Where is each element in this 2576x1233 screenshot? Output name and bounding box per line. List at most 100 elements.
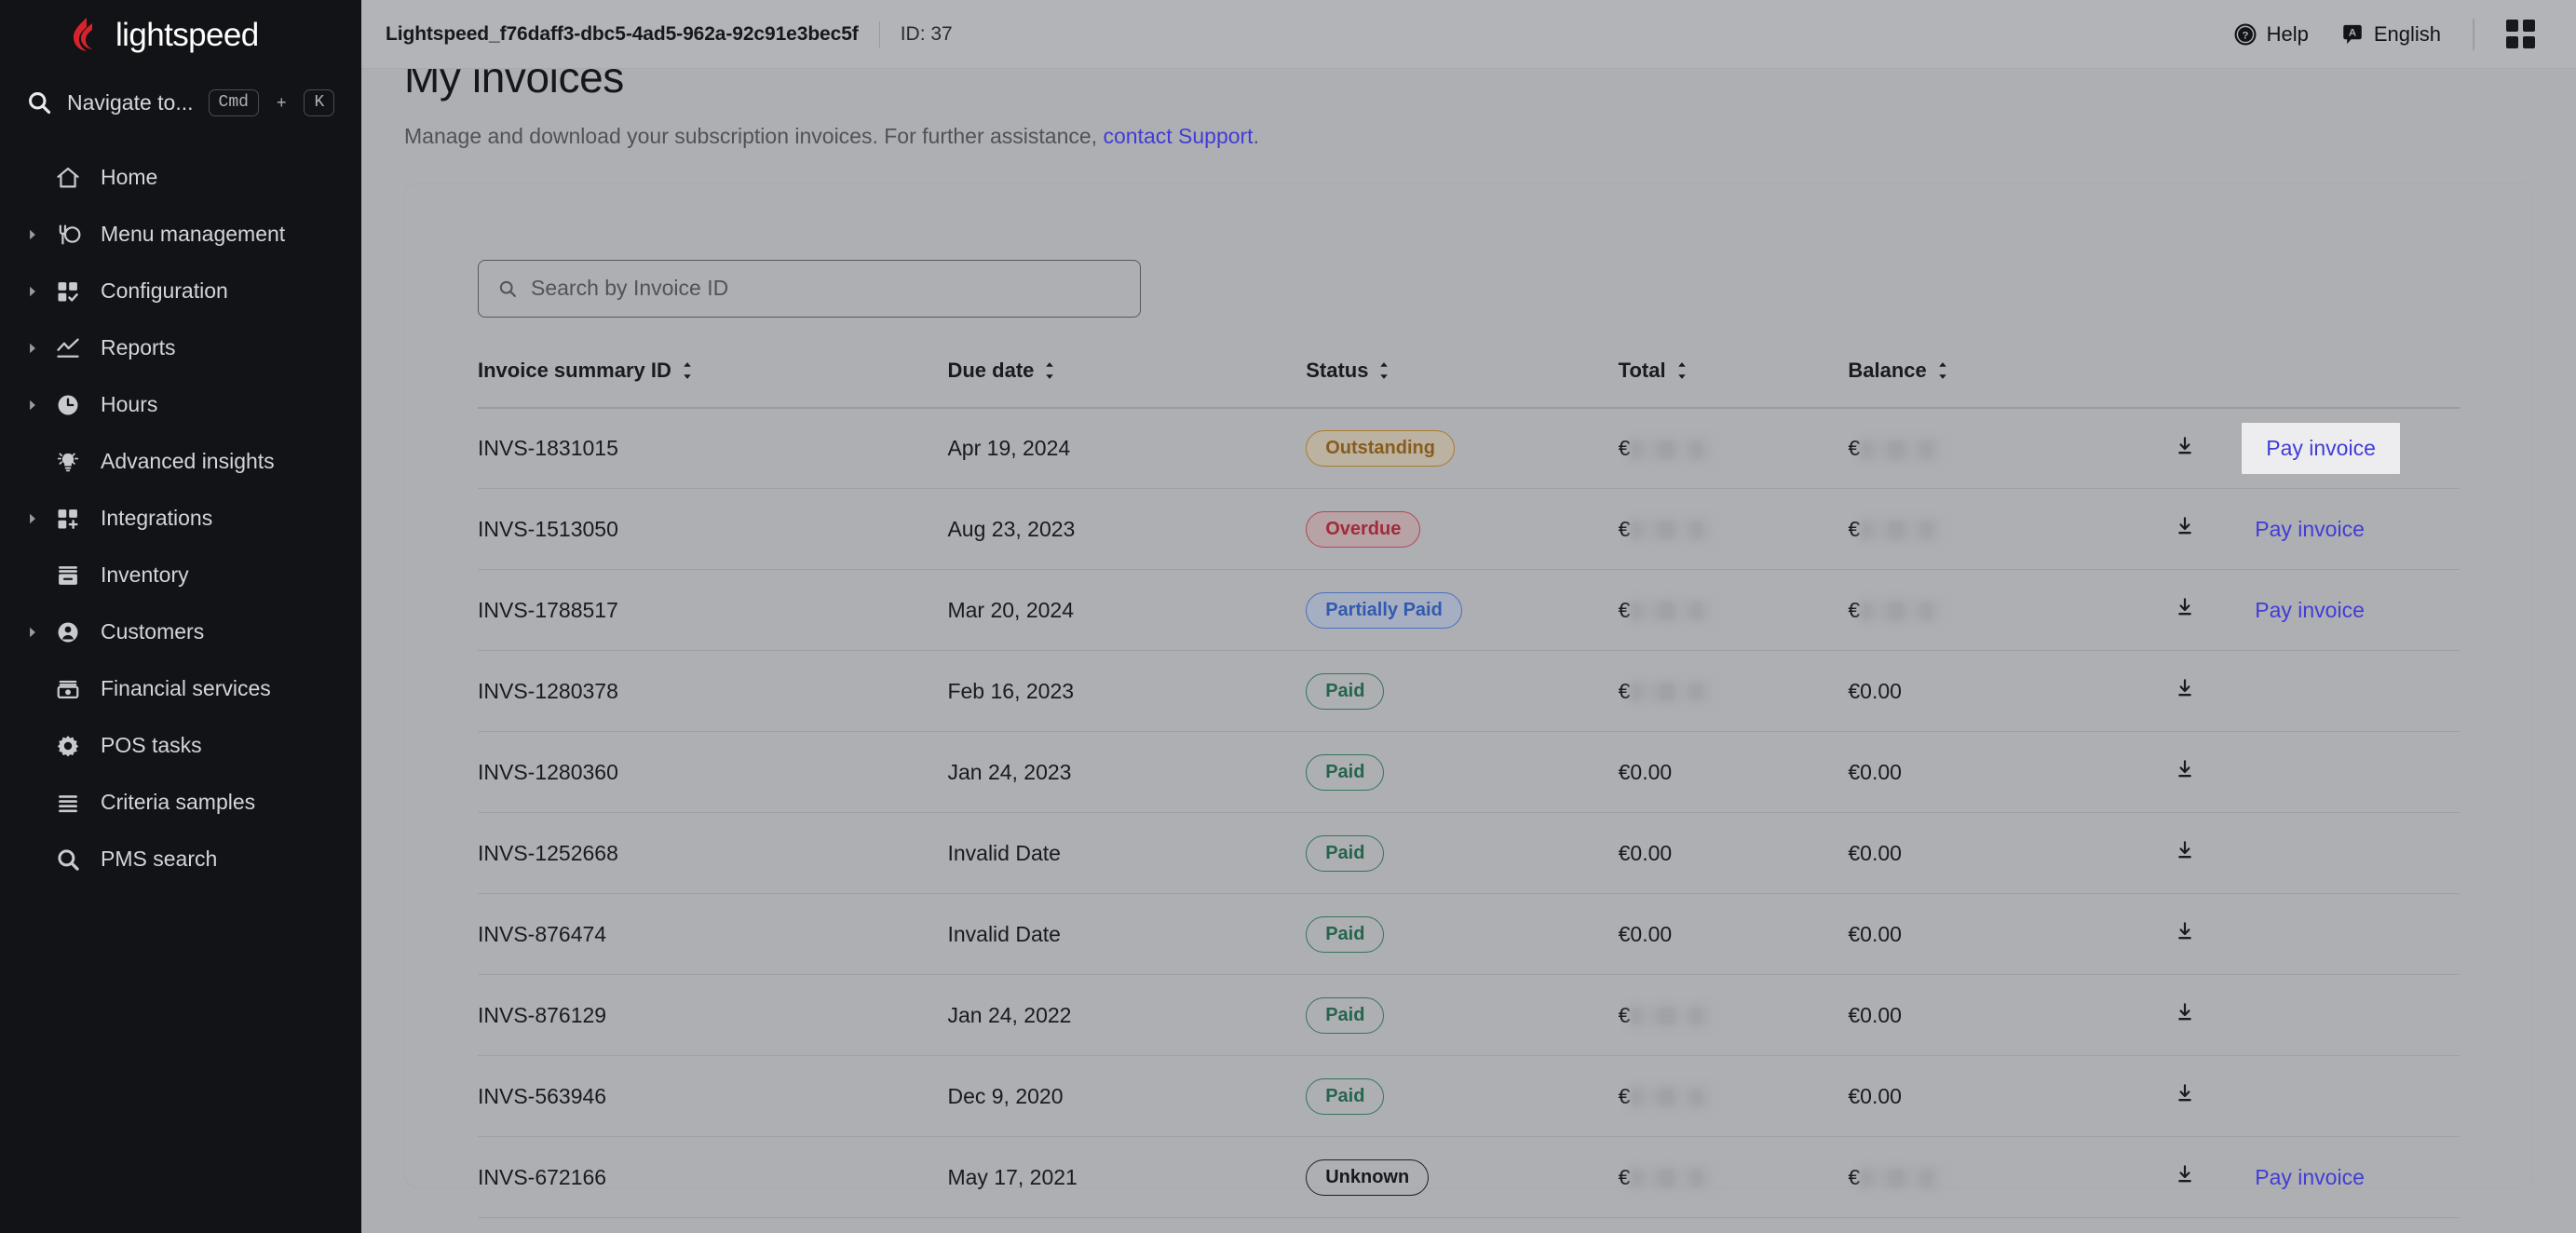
pay-invoice-button[interactable]: Pay invoice — [2251, 596, 2368, 625]
sidebar-item-financial-services[interactable]: Financial services — [0, 660, 361, 717]
table-row: INVS-672166 May 17, 2021 Unknown € € Pay invo… — [478, 1136, 2460, 1219]
status-badge: Paid — [1306, 915, 1385, 953]
cell-invoice-id: INVS-672166 — [478, 1136, 948, 1219]
sidebar-item-pos-tasks[interactable]: POS tasks — [0, 717, 361, 774]
download-invoice-button[interactable] — [2174, 515, 2196, 537]
sidebar-item-customers[interactable]: Customers — [0, 603, 361, 660]
invoices-table: Invoice summary ID Due date Status Total… — [478, 344, 2460, 1219]
sidebar-item-inventory[interactable]: Inventory — [0, 547, 361, 603]
download-invoice-button[interactable] — [2174, 839, 2196, 861]
cell-download — [2118, 974, 2252, 1057]
contact-support-link[interactable]: contact Support — [1103, 124, 1253, 148]
column-header-balance[interactable]: Balance — [1848, 344, 2118, 408]
column-label: Status — [1306, 358, 1369, 382]
cell-due-date: Mar 20, 2024 — [947, 569, 1307, 652]
currency-symbol: € — [1618, 516, 1631, 541]
amount-value: €0.00 — [1848, 921, 1902, 946]
cell-invoice-id: INVS-1788517 — [478, 569, 948, 652]
page-subtitle-period: . — [1253, 124, 1259, 148]
sidebar-nav: Home Menu management Configuration Repor… — [0, 149, 361, 887]
download-invoice-button[interactable] — [2174, 1082, 2196, 1104]
column-header-status[interactable]: Status — [1306, 344, 1618, 408]
search-input[interactable]: Search by Invoice ID — [478, 259, 1141, 318]
cell-total: € — [1618, 569, 1849, 652]
cell-total: € — [1618, 488, 1849, 571]
cell-pay: Pay invoice — [2251, 1136, 2460, 1219]
column-header-total[interactable]: Total — [1619, 344, 1849, 408]
amount-value: €0.00 — [1618, 921, 1673, 946]
download-invoice-button[interactable] — [2174, 435, 2196, 457]
chevron-right-icon[interactable] — [26, 285, 47, 298]
cell-balance: € — [1848, 1136, 2119, 1219]
language-icon: A — [2343, 24, 2362, 44]
sidebar-item-criteria-samples[interactable]: Criteria samples — [0, 774, 361, 831]
download-invoice-button[interactable] — [2174, 920, 2196, 942]
sidebar-item-menu-management[interactable]: Menu management — [0, 206, 361, 263]
sidebar-item-configuration[interactable]: Configuration — [0, 263, 361, 319]
status-badge: Outstanding — [1306, 430, 1455, 467]
grid-apps-icon[interactable] — [2506, 20, 2535, 48]
language-selector[interactable]: A English — [2340, 22, 2441, 47]
table-row: INVS-876474 Invalid Date Paid €0.00 €0.00 — [478, 893, 2460, 976]
chevron-right-icon[interactable] — [26, 342, 47, 355]
cell-pay: Pay invoice — [2251, 569, 2460, 652]
amount-value: € — [1619, 1084, 1714, 1109]
cell-status: Paid — [1306, 1055, 1619, 1138]
sidebar-item-pms-search[interactable]: PMS search — [0, 831, 361, 887]
status-badge: Paid — [1306, 753, 1385, 791]
chevron-right-icon[interactable] — [26, 399, 47, 412]
cell-pay — [2251, 974, 2460, 1057]
column-header-invoice-id[interactable]: Invoice summary ID — [478, 344, 947, 408]
sort-icon — [1677, 362, 1686, 379]
search-row: Search by Invoice ID — [478, 224, 2460, 318]
table-row: INVS-1280378 Feb 16, 2023 Paid € €0.00 — [478, 650, 2460, 733]
invoices-card: Search by Invoice ID Invoice summary ID — [404, 182, 2533, 1219]
tenant-name: Lightspeed_f76daff3-dbc5-4ad5-962a-92c91… — [386, 22, 859, 45]
redacted-amount — [1861, 439, 1944, 460]
column-header-download — [2118, 344, 2251, 408]
lightbulb-icon — [52, 448, 84, 476]
chevron-right-icon[interactable] — [26, 512, 47, 525]
download-invoice-button[interactable] — [2174, 1163, 2196, 1186]
download-invoice-button[interactable] — [2174, 677, 2196, 699]
cell-invoice-id: INVS-876474 — [478, 893, 948, 976]
cell-pay — [2251, 812, 2460, 895]
amount-value: € — [1619, 679, 1714, 704]
cell-download — [2118, 893, 2252, 976]
pay-invoice-button[interactable]: Pay invoice — [2251, 515, 2368, 544]
cell-pay — [2251, 650, 2460, 733]
sidebar-item-integrations[interactable]: Integrations — [0, 490, 361, 547]
reports-icon — [52, 334, 84, 362]
column-header-due-date[interactable]: Due date — [947, 344, 1306, 408]
sidebar-item-label: Financial services — [101, 676, 271, 700]
pay-invoice-button[interactable]: Pay invoice — [2242, 423, 2400, 475]
cell-pay: Pay invoice — [2242, 407, 2460, 490]
cell-status: Paid — [1306, 812, 1619, 895]
download-invoice-button[interactable] — [2174, 596, 2196, 618]
amount-value: € — [1619, 517, 1714, 542]
redacted-amount — [1631, 601, 1714, 622]
pay-invoice-button[interactable]: Pay invoice — [2251, 1163, 2368, 1192]
cell-download — [2118, 650, 2252, 733]
sidebar-item-label: Menu management — [101, 222, 286, 246]
chevron-right-icon[interactable] — [26, 228, 47, 241]
status-badge: Paid — [1306, 672, 1385, 710]
sidebar-item-reports[interactable]: Reports — [0, 319, 361, 376]
currency-symbol: € — [1848, 436, 1861, 461]
cell-total: €0.00 — [1618, 731, 1849, 814]
navigate-to-search[interactable]: Navigate to... Cmd + K — [0, 76, 361, 129]
download-invoice-button[interactable] — [2174, 758, 2196, 780]
sidebar-item-advanced-insights[interactable]: Advanced insights — [0, 433, 361, 490]
table-header-row: Invoice summary ID Due date Status Total… — [478, 344, 2460, 408]
menu-management-icon — [52, 221, 84, 249]
sidebar-item-hours[interactable]: Hours — [0, 376, 361, 433]
cell-total: € — [1618, 1055, 1849, 1138]
brand-logo[interactable]: lightspeed — [0, 0, 361, 69]
sidebar-item-home[interactable]: Home — [0, 149, 361, 206]
cell-invoice-id: INVS-1831015 — [478, 407, 948, 490]
currency-symbol: € — [1618, 597, 1631, 622]
help-button[interactable]: ? Help — [2233, 22, 2309, 47]
download-invoice-button[interactable] — [2174, 1001, 2196, 1023]
chevron-right-icon[interactable] — [26, 626, 47, 639]
status-badge: Overdue — [1306, 510, 1421, 548]
